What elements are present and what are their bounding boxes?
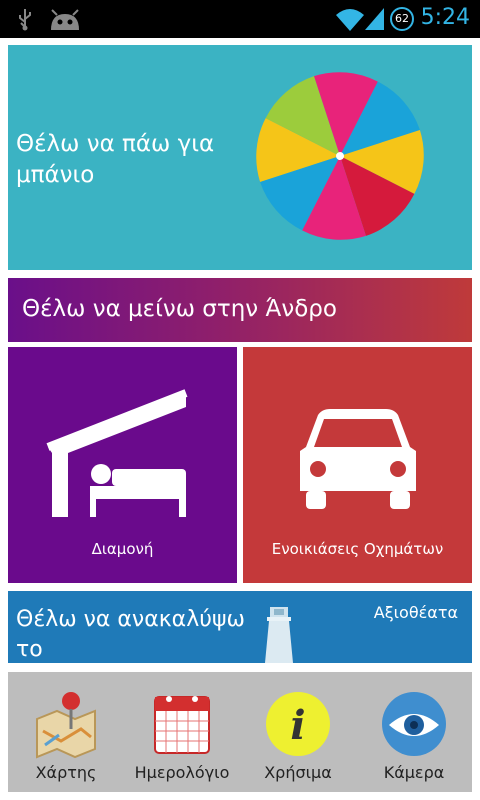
info-icon: i bbox=[266, 692, 330, 756]
nav-camera-label: Κάμερα bbox=[383, 763, 445, 782]
tile-vehicle-rentals[interactable]: Ενοικιάσεις Οχημάτων bbox=[243, 347, 472, 583]
nav-useful[interactable]: i Χρήσιμα bbox=[240, 672, 356, 792]
nav-calendar-label: Ημερολόγιο bbox=[134, 763, 230, 782]
usb-icon bbox=[19, 9, 31, 31]
eye-icon bbox=[382, 692, 446, 756]
tile-beach-label: Θέλω να πάω για μπάνιο bbox=[16, 131, 215, 188]
tile-vehicle-rentals-label: Ενοικιάσεις Οχημάτων bbox=[271, 540, 444, 558]
battery-icon: 62 bbox=[390, 7, 414, 31]
tile-stay-label: Θέλω να μείνω στην Άνδρο bbox=[22, 296, 337, 322]
status-bar: 62 5:24 bbox=[0, 0, 480, 38]
wifi-icon bbox=[336, 9, 364, 31]
tile-accommodation-label: Διαμονή bbox=[91, 540, 154, 558]
signal-icon bbox=[365, 8, 384, 30]
calendar-icon bbox=[154, 696, 210, 754]
android-icon bbox=[51, 9, 79, 30]
clock: 5:24 bbox=[420, 5, 470, 30]
bed-house-icon bbox=[46, 389, 188, 517]
map-icon bbox=[36, 692, 96, 759]
lighthouse-icon bbox=[265, 607, 293, 663]
tile-accommodation[interactable]: Διαμονή bbox=[8, 347, 237, 583]
battery-level: 62 bbox=[395, 12, 409, 25]
nav-map-label: Χάρτης bbox=[35, 763, 97, 782]
umbrella-icon bbox=[256, 72, 424, 240]
bottom-nav: Χάρτης Ημερολόγιο i Χρήσιμα Κάμερα bbox=[8, 672, 472, 792]
sights-link[interactable]: Αξιοθέατα bbox=[374, 603, 458, 622]
tile-stay[interactable]: Θέλω να μείνω στην Άνδρο bbox=[8, 278, 472, 342]
tile-discover-label: Θέλω να ανακαλύψω το bbox=[16, 607, 245, 662]
nav-map[interactable]: Χάρτης bbox=[8, 672, 124, 792]
tile-beach[interactable]: Θέλω να πάω για μπάνιο bbox=[8, 45, 472, 270]
svg-text:i: i bbox=[290, 702, 305, 749]
nav-useful-label: Χρήσιμα bbox=[264, 763, 332, 782]
nav-calendar[interactable]: Ημερολόγιο bbox=[124, 672, 240, 792]
tile-discover[interactable]: Θέλω να ανακαλύψω το Αξιοθέατα bbox=[8, 591, 472, 663]
car-icon bbox=[300, 409, 416, 509]
nav-camera[interactable]: Κάμερα bbox=[356, 672, 472, 792]
